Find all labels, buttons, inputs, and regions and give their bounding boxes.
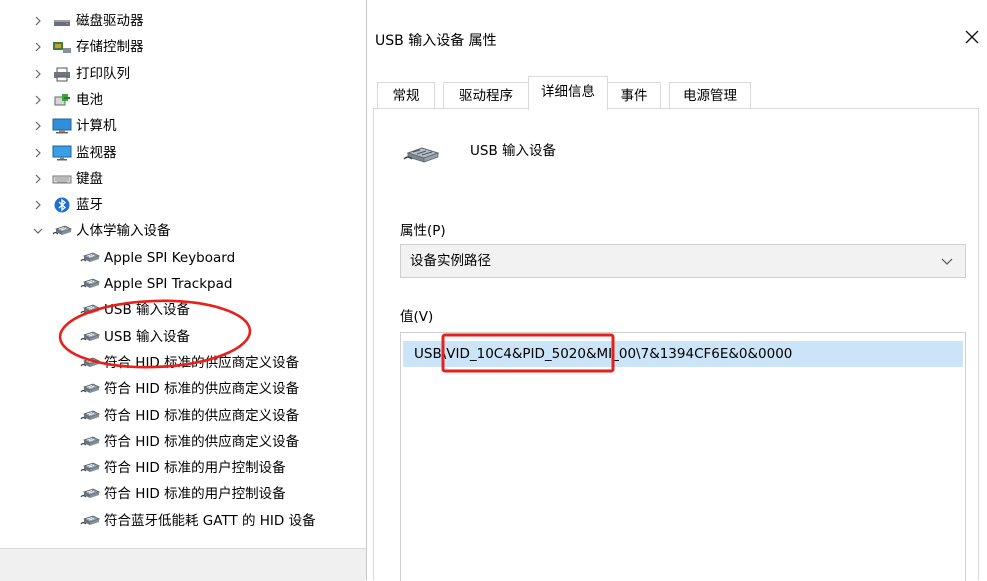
chevron-right-icon[interactable]: [32, 41, 44, 53]
tree-item-label: 磁盘驱动器: [76, 13, 144, 29]
tree-item-label: Apple SPI Keyboard: [104, 249, 236, 266]
tab-label: 驱动程序: [459, 88, 513, 104]
tree-item-label: 监视器: [76, 144, 117, 161]
tree-item-label: 符合 HID 标准的用户控制设备: [104, 486, 286, 503]
hid-icon: [80, 276, 100, 292]
tab-events[interactable]: 事件: [607, 82, 661, 108]
tab-bar: 常规 驱动程序 详细信息 事件 电源管理: [373, 76, 979, 110]
hid-icon: [80, 381, 100, 397]
tree-item[interactable]: 符合蓝牙低能耗 GATT 的 HID 设备: [0, 508, 366, 534]
tree-item-label: 电池: [76, 91, 103, 108]
tree-item[interactable]: 键盘: [0, 166, 366, 192]
tree-item-label: 符合蓝牙低能耗 GATT 的 HID 设备: [104, 512, 316, 529]
tree-item[interactable]: Apple SPI Keyboard: [0, 245, 366, 271]
tree-item-label: 计算机: [76, 118, 117, 135]
tab-label: 事件: [620, 88, 648, 104]
property-label: 属性(P): [400, 223, 446, 239]
device-name: USB 输入设备: [470, 143, 557, 159]
tree-item-label: 人体学输入设备: [76, 223, 171, 240]
value-list[interactable]: USB\VID_10C4&PID_5020&MI_00\7&1394CF6E&0…: [400, 332, 966, 581]
property-select[interactable]: 设备实例路径: [400, 244, 966, 278]
tree-item[interactable]: Apple SPI Trackpad: [0, 271, 366, 297]
details-panel: USB 输入设备 属性(P) 设备实例路径 值(V) USB\VID_10C4&…: [373, 108, 979, 581]
tab-label: 电源管理: [683, 88, 737, 104]
tab-power-management[interactable]: 电源管理: [669, 82, 751, 108]
tree-item[interactable]: USB 输入设备: [0, 297, 366, 323]
chevron-right-icon[interactable]: [32, 199, 44, 211]
disk-drive-icon: [52, 13, 72, 29]
chevron-right-icon[interactable]: [32, 120, 44, 132]
monitor-icon: [52, 145, 72, 161]
tree-item[interactable]: 存储控制器: [0, 34, 366, 60]
tree-item[interactable]: 符合 HID 标准的供应商定义设备: [0, 403, 366, 429]
hid-icon: [52, 223, 72, 239]
close-icon[interactable]: [961, 26, 983, 48]
tree-item-label: 符合 HID 标准的供应商定义设备: [104, 433, 300, 450]
tree-item[interactable]: 计算机: [0, 113, 366, 139]
instance-path-text: USB\VID_10C4&PID_5020&MI_00\7&1394CF6E&0…: [414, 346, 793, 362]
properties-dialog: USB 输入设备 属性 常规 驱动程序 详细信息 事件 电源管理 USB 输入设…: [366, 0, 987, 581]
chevron-right-icon[interactable]: [32, 147, 44, 159]
tree-item-label: 符合 HID 标准的用户控制设备: [104, 460, 286, 477]
tab-details[interactable]: 详细信息: [528, 76, 608, 110]
tree-item[interactable]: 符合 HID 标准的供应商定义设备: [0, 376, 366, 402]
tree-item[interactable]: 人体学输入设备: [0, 218, 366, 244]
tree-item-label: 符合 HID 标准的供应商定义设备: [104, 354, 300, 371]
hid-device-icon: [402, 139, 444, 169]
device-tree[interactable]: 磁盘驱动器存储控制器打印队列电池计算机监视器键盘蓝牙人体学输入设备 Apple S…: [0, 0, 366, 548]
chevron-right-icon[interactable]: [32, 94, 44, 106]
hid-icon: [80, 408, 100, 424]
dialog-title: USB 输入设备 属性: [375, 33, 497, 49]
chevron-down-icon: [941, 256, 953, 266]
hid-icon: [80, 329, 100, 345]
keyboard-icon: [52, 171, 72, 187]
tree-item-label: 符合 HID 标准的供应商定义设备: [104, 407, 300, 424]
tree-item-label: Apple SPI Trackpad: [104, 276, 233, 292]
battery-icon: [52, 92, 72, 108]
hid-icon: [80, 460, 100, 476]
value-label: 值(V): [400, 309, 434, 325]
tab-general[interactable]: 常规: [377, 82, 435, 108]
hid-icon: [80, 486, 100, 502]
tree-item-label: 存储控制器: [76, 39, 144, 56]
tree-item[interactable]: USB 输入设备: [0, 324, 366, 350]
property-select-value: 设备实例路径: [410, 253, 491, 269]
tab-label: 详细信息: [541, 84, 595, 100]
tree-item-label: 打印队列: [76, 65, 130, 82]
chevron-down-icon[interactable]: [32, 225, 44, 237]
tree-item[interactable]: 磁盘驱动器: [0, 8, 366, 34]
list-item[interactable]: USB\VID_10C4&PID_5020&MI_00\7&1394CF6E&0…: [403, 341, 963, 367]
tab-driver[interactable]: 驱动程序: [443, 82, 529, 108]
tree-item[interactable]: 符合 HID 标准的用户控制设备: [0, 455, 366, 481]
tree-item-label: 键盘: [76, 170, 103, 187]
tab-label: 常规: [392, 88, 420, 104]
chevron-right-icon[interactable]: [32, 173, 44, 185]
tree-item-label: USB 输入设备: [104, 328, 191, 345]
hid-icon: [80, 355, 100, 371]
chevron-right-icon[interactable]: [32, 15, 44, 27]
computer-icon: [52, 118, 72, 134]
tree-item-label: 符合 HID 标准的供应商定义设备: [104, 381, 300, 398]
hid-icon: [80, 434, 100, 450]
tree-item[interactable]: 符合 HID 标准的用户控制设备: [0, 481, 366, 507]
chevron-right-icon[interactable]: [32, 68, 44, 80]
tree-item[interactable]: 电池: [0, 87, 366, 113]
bluetooth-icon: [52, 197, 72, 213]
tree-item-label: 蓝牙: [76, 197, 103, 214]
hid-icon: [80, 513, 100, 529]
tree-item-label: USB 输入设备: [104, 302, 191, 319]
hid-icon: [80, 302, 100, 318]
tree-item[interactable]: 监视器: [0, 140, 366, 166]
tree-item[interactable]: 符合 HID 标准的供应商定义设备: [0, 429, 366, 455]
status-bar: [0, 548, 366, 581]
tree-item[interactable]: 打印队列: [0, 61, 366, 87]
tree-item[interactable]: 符合 HID 标准的供应商定义设备: [0, 350, 366, 376]
hid-icon: [80, 250, 100, 266]
print-queue-icon: [52, 66, 72, 82]
storage-controller-icon: [52, 39, 72, 55]
tree-item[interactable]: 蓝牙: [0, 192, 366, 218]
